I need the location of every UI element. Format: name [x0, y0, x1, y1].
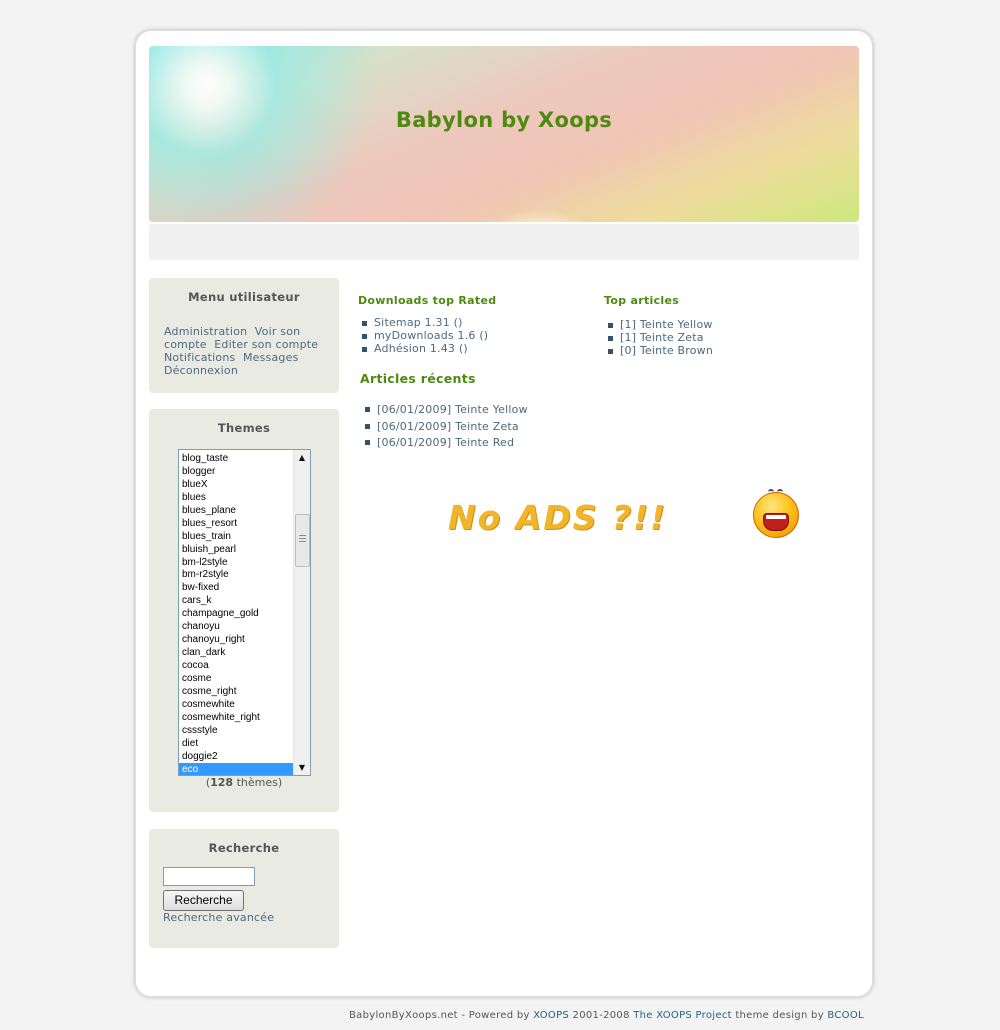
theme-option[interactable]: blues_train — [179, 530, 293, 543]
top-article-item[interactable]: [0] Teinte Brown — [604, 344, 713, 357]
theme-select-list[interactable]: blog_taste blogger blueX blues blues_plane bl… — [178, 449, 311, 776]
user-menu-block: Menu utilisateur Administration Voir son… — [149, 278, 339, 393]
download-item[interactable]: Sitemap 1.31 () — [358, 316, 488, 329]
search-button[interactable]: Recherche — [163, 890, 244, 911]
no-ads-banner[interactable]: No ADS ?!! — [448, 498, 667, 537]
search-block: Recherche Recherche Recherche avancée — [149, 829, 339, 948]
theme-option[interactable]: bm-l2style — [179, 556, 293, 569]
search-title: Recherche — [208, 841, 280, 855]
site-title[interactable]: Babylon by Xoops — [149, 108, 859, 132]
theme-option[interactable]: bw-fixed — [179, 581, 293, 594]
footer: BabylonByXoops.net - Powered by XOOPS 20… — [349, 1010, 864, 1021]
user-menu-title: Menu utilisateur — [188, 290, 300, 304]
top-articles-list: [1] Teinte Yellow [1] Teinte Zeta [0] Te… — [604, 318, 713, 357]
recent-articles-title: Articles récents — [360, 371, 476, 386]
download-item[interactable]: Adhésion 1.43 () — [358, 342, 488, 355]
theme-list-scrollbar[interactable]: ▲ ▼ — [293, 450, 310, 775]
header-banner: Babylon by Xoops — [149, 46, 859, 222]
menu-link-administration[interactable]: Administration — [164, 325, 247, 338]
footer-xoops-link[interactable]: XOOPS — [533, 1010, 569, 1021]
top-article-item[interactable]: [1] Teinte Zeta — [604, 331, 713, 344]
theme-options: blog_taste blogger blueX blues blues_plane bl… — [179, 452, 293, 775]
recent-articles-list: [06/01/2009] Teinte Yellow [06/01/2009] … — [361, 402, 528, 452]
downloads-list: Sitemap 1.31 () myDownloads 1.6 () Adhés… — [358, 316, 488, 355]
footer-project-link[interactable]: The XOOPS Project — [633, 1010, 732, 1021]
theme-option[interactable]: cocoa — [179, 659, 293, 672]
scroll-thumb[interactable] — [295, 514, 310, 567]
theme-option[interactable]: chanoyu_right — [179, 633, 293, 646]
theme-option[interactable]: champagne_gold — [179, 607, 293, 620]
top-articles-title: Top articles — [604, 294, 680, 307]
theme-option[interactable]: chanoyu — [179, 620, 293, 633]
theme-option[interactable]: blues_resort — [179, 517, 293, 530]
theme-option[interactable]: blog_taste — [179, 452, 293, 465]
menu-link-edit-account[interactable]: Editer son compte — [214, 338, 318, 351]
scroll-up-arrow-icon[interactable]: ▲ — [294, 450, 310, 465]
scroll-down-arrow-icon[interactable]: ▼ — [294, 760, 310, 775]
themes-title: Themes — [217, 421, 271, 435]
theme-option[interactable]: blueX — [179, 478, 293, 491]
top-article-item[interactable]: [1] Teinte Yellow — [604, 318, 713, 331]
recent-article-item[interactable]: [06/01/2009] Teinte Red — [361, 435, 528, 452]
recent-article-item[interactable]: [06/01/2009] Teinte Yellow — [361, 402, 528, 419]
advanced-search-link[interactable]: Recherche avancée — [163, 911, 274, 924]
menu-link-notifications[interactable]: Notifications — [164, 351, 235, 364]
theme-option[interactable]: blogger — [179, 465, 293, 478]
menu-link-messages[interactable]: Messages — [243, 351, 299, 364]
theme-option[interactable]: cosme_right — [179, 685, 293, 698]
theme-option[interactable]: bm-r2style — [179, 568, 293, 581]
download-item[interactable]: myDownloads 1.6 () — [358, 329, 488, 342]
themes-block: Themes blog_taste blogger blueX blues blues_… — [149, 409, 339, 812]
theme-option[interactable]: blues_plane — [179, 504, 293, 517]
recent-article-item[interactable]: [06/01/2009] Teinte Zeta — [361, 419, 528, 436]
theme-option[interactable]: cssstyle — [179, 724, 293, 737]
theme-option[interactable]: cosmewhite — [179, 698, 293, 711]
shouting-smiley-icon — [753, 489, 799, 538]
theme-count-number: 128 — [210, 776, 234, 789]
downloads-title: Downloads top Rated — [358, 294, 497, 307]
theme-option[interactable]: clan_dark — [179, 646, 293, 659]
theme-count: (128 thèmes) — [205, 776, 283, 789]
footer-bcool-link[interactable]: BCOOL — [827, 1010, 863, 1021]
menu-link-logout[interactable]: Déconnexion — [164, 364, 238, 377]
nav-bar — [149, 224, 859, 260]
page-container: Babylon by Xoops Menu utilisateur Admini… — [135, 30, 873, 997]
theme-option[interactable]: cosme — [179, 672, 293, 685]
theme-option[interactable]: diet — [179, 737, 293, 750]
theme-option[interactable]: bluish_pearl — [179, 543, 293, 556]
theme-option[interactable]: eco — [179, 762, 293, 775]
theme-option[interactable]: blues — [179, 491, 293, 504]
search-input[interactable] — [163, 867, 255, 886]
theme-option[interactable]: doggie2 — [179, 750, 293, 763]
theme-option[interactable]: cars_k — [179, 594, 293, 607]
theme-option[interactable]: cosmewhite_right — [179, 711, 293, 724]
user-menu-links: Administration Voir son compte Editer so… — [149, 304, 339, 377]
